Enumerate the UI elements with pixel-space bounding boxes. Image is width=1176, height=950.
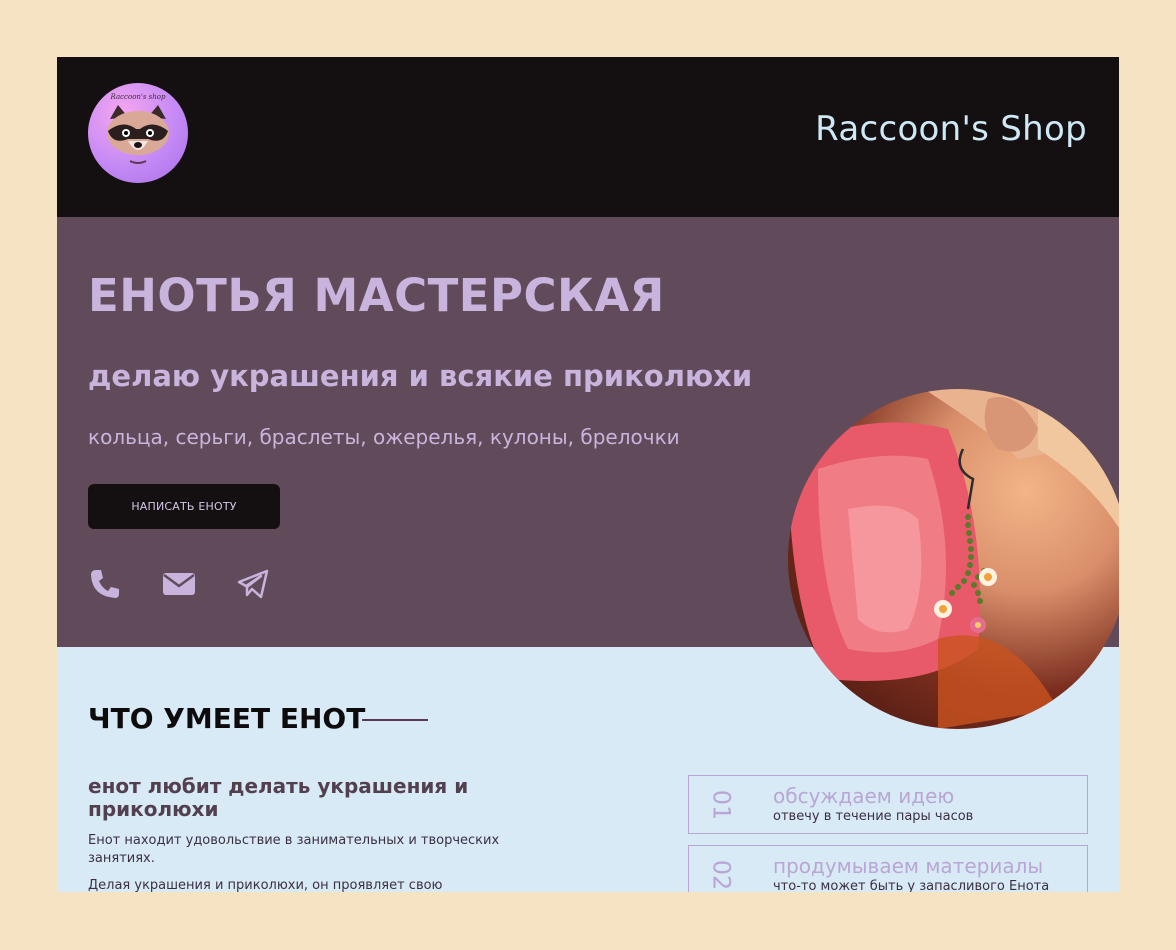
site-header: Raccoon's shop Raccoon's Shop [57,57,1119,217]
step-description: что-то может быть у запасливого Енота [773,879,1050,892]
shop-title: Raccoon's Shop [815,109,1087,149]
raccoon-face-icon [107,105,169,164]
earring-photo [788,389,1119,729]
hero-title: ЕНОТЬЯ МАСТЕРСКАЯ [88,269,665,322]
skills-title: ЧТО УМЕЕТ ЕНОТ [88,702,366,735]
step-card: 02 продумываем материалы что-то может бы… [688,845,1088,892]
telegram-icon[interactable] [236,567,270,601]
step-title: продумываем материалы [773,854,1044,878]
about-paragraph-1: Енот находит удовольствие в занимательны… [88,833,500,866]
step-title: обсуждаем идею [773,784,955,808]
step-number: 02 [706,859,735,890]
contact-icons [88,567,270,601]
phone-icon[interactable] [88,567,122,601]
about-paragraph-2: Делая украшения и приколюхи, он проявляе… [88,878,443,892]
earring-image [788,389,1119,729]
title-underline-divider [362,719,428,721]
step-number: 01 [706,789,735,820]
envelope-icon[interactable] [162,567,196,601]
hero-subtitle: делаю украшения и всякие приколюхи [88,359,753,393]
page-frame: Raccoon's shop Raccoon's Shop ЕНОТЬЯ МАС… [57,57,1119,892]
raccoon-logo[interactable]: Raccoon's shop [88,83,188,183]
hero-product-list: кольца, серьги, браслеты, ожерелья, куло… [88,425,680,449]
step-card: 01 обсуждаем идею отвечу в течение пары … [688,775,1088,834]
about-heading: енот любит делать украшения и приколюхи [88,774,469,821]
write-raccoon-button[interactable]: НАПИСАТЬ ЕНОТУ [88,484,280,529]
step-description: отвечу в течение пары часов [773,809,974,824]
